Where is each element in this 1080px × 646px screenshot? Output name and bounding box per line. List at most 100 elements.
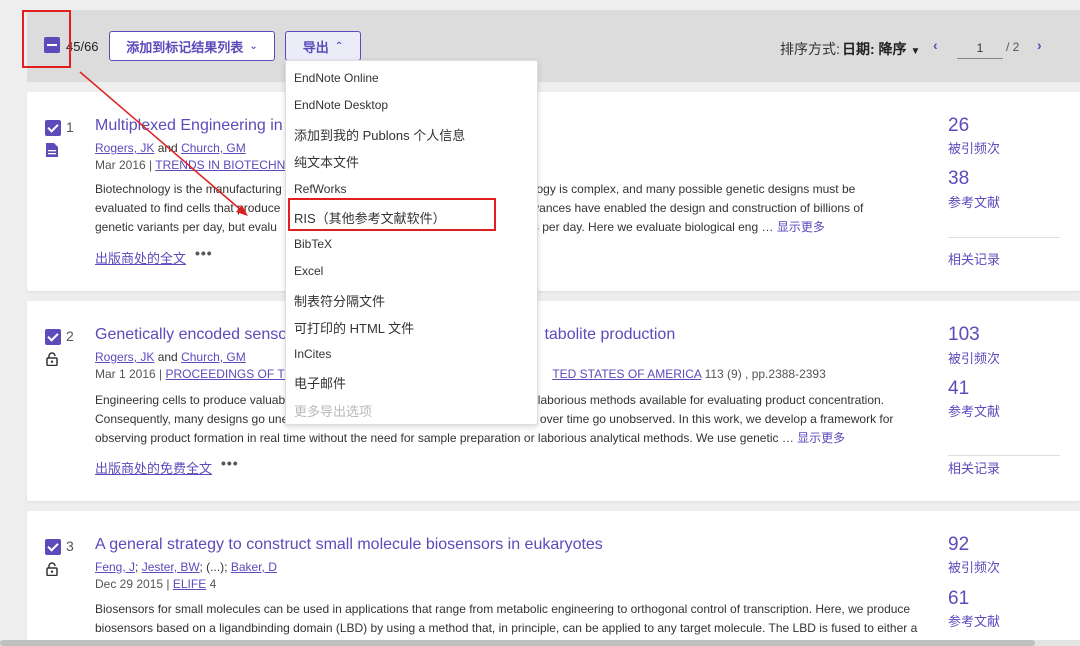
- citation-label[interactable]: 被引频次: [948, 138, 1000, 157]
- export-option-endnote-desktop[interactable]: EndNote Desktop: [294, 98, 388, 112]
- record-date: Dec 29 2015: [95, 577, 164, 591]
- more-options-icon[interactable]: •••: [221, 455, 239, 471]
- abstract-text: g biology is complex, and many possible …: [507, 182, 856, 196]
- authors-and: and: [157, 350, 178, 364]
- reference-label[interactable]: 参考文献: [948, 401, 1000, 420]
- page-number-input[interactable]: 1: [957, 37, 1003, 59]
- record-date: Mar 1 2016: [95, 367, 156, 381]
- record-authors: Feng, J; Jester, BW; (...); Baker, D: [95, 560, 277, 574]
- authors-separator: ; (...);: [199, 560, 228, 574]
- export-option-excel[interactable]: Excel: [294, 264, 323, 278]
- export-option-email[interactable]: 电子邮件: [294, 373, 346, 392]
- author-link[interactable]: Rogers, JK: [95, 141, 154, 155]
- add-to-marked-label: 添加到标记结果列表: [126, 39, 244, 55]
- citation-count[interactable]: 103: [948, 324, 980, 346]
- annotation-highlight-select-all: [22, 10, 71, 68]
- export-option-endnote-online[interactable]: EndNote Online: [294, 71, 379, 85]
- prev-page-icon[interactable]: ‹: [933, 37, 938, 53]
- export-option-more: 更多导出选项: [294, 404, 373, 419]
- export-option-incites[interactable]: InCites: [294, 347, 331, 361]
- record-checkbox[interactable]: [45, 539, 61, 555]
- reference-label[interactable]: 参考文献: [948, 611, 1000, 630]
- show-more-link[interactable]: 显示更多: [797, 431, 845, 445]
- results-page: 45/66 添加到标记结果列表 ⌄ 导出 ⌃ 排序方式: 日期: 降序 ▼ ‹ …: [0, 0, 1080, 646]
- export-dropdown-menu: EndNote Online EndNote Desktop 添加到我的 Pub…: [285, 60, 538, 425]
- authors-and: and: [157, 141, 178, 155]
- author-link[interactable]: Feng, J: [95, 560, 135, 574]
- author-link[interactable]: Church, GM: [181, 350, 246, 364]
- record-card-2: 2 Genetically encoded sensor tabolite pro…: [27, 301, 1080, 501]
- record-checkbox[interactable]: [45, 329, 61, 345]
- chevron-up-icon: ⌃: [334, 40, 344, 52]
- abstract-text: observing product formation in real time…: [95, 431, 794, 445]
- related-records-link[interactable]: 相关记录: [948, 249, 1000, 268]
- journal-part: PROCEEDINGS OF THE: [165, 367, 302, 381]
- open-lock-icon: [46, 562, 58, 576]
- abstract-text: Biotechnology is the manufacturing: [95, 182, 282, 196]
- title-part: Genetically encoded sensor: [95, 326, 293, 343]
- horizontal-scrollbar-thumb[interactable]: [0, 640, 1035, 646]
- export-option-refworks[interactable]: RefWorks: [294, 182, 346, 196]
- record-checkbox[interactable]: [45, 120, 61, 136]
- abstract-text: on over time go unobserved. In this work…: [523, 412, 894, 426]
- reference-count[interactable]: 38: [948, 168, 969, 190]
- journal-link[interactable]: ELIFE: [173, 577, 206, 591]
- record-date: Mar 2016: [95, 158, 146, 172]
- record-abstract: Biosensors for small molecules can be us…: [95, 600, 925, 638]
- show-more-link[interactable]: 显示更多: [777, 220, 825, 234]
- record-meta: Dec 29 2015 | ELIFE 4: [95, 577, 216, 591]
- export-option-plain-text[interactable]: 纯文本文件: [294, 152, 359, 171]
- export-option-printable-html[interactable]: 可打印的 HTML 文件: [294, 318, 414, 337]
- author-link[interactable]: Baker, D: [231, 560, 277, 574]
- title-part: tabolite production: [544, 326, 676, 343]
- caret-down-icon: ▼: [910, 46, 921, 57]
- export-button[interactable]: 导出 ⌃: [285, 31, 361, 61]
- open-lock-icon: [46, 352, 58, 366]
- journal-link[interactable]: TRENDS IN BIOTECHNOL: [155, 158, 301, 172]
- record-card-3: 3 A general strategy to construct small …: [27, 511, 1080, 646]
- citation-label[interactable]: 被引频次: [948, 557, 1000, 576]
- reference-label[interactable]: 参考文献: [948, 192, 1000, 211]
- divider: [948, 237, 1060, 238]
- export-label: 导出: [302, 39, 329, 55]
- next-page-icon[interactable]: ›: [1037, 37, 1042, 53]
- journal-part: TED STATES OF AMERICA: [552, 367, 702, 381]
- add-to-marked-list-button[interactable]: 添加到标记结果列表 ⌄: [109, 31, 275, 61]
- reference-count[interactable]: 41: [948, 378, 969, 400]
- abstract-text: biosensors based on a ligandbinding doma…: [95, 621, 918, 635]
- record-meta: Mar 2016 | TRENDS IN BIOTECHNOL: [95, 158, 301, 172]
- publisher-fulltext-link[interactable]: 出版商处的全文: [95, 248, 186, 267]
- meta-separator: |: [149, 158, 153, 172]
- record-number: 3: [66, 538, 74, 554]
- export-option-bibtex[interactable]: BibTeX: [294, 237, 332, 251]
- meta-separator: |: [159, 367, 163, 381]
- sort-select[interactable]: 日期: 降序 ▼: [842, 39, 920, 59]
- author-link[interactable]: Church, GM: [181, 141, 246, 155]
- results-toolbar: 45/66 添加到标记结果列表 ⌄ 导出 ⌃ 排序方式: 日期: 降序 ▼ ‹ …: [27, 10, 1080, 82]
- page-total: / 2: [1006, 40, 1020, 54]
- author-link[interactable]: Rogers, JK: [95, 350, 154, 364]
- abstract-text: Engineering cells to produce valuab: [95, 393, 286, 407]
- record-title[interactable]: A general strategy to construct small mo…: [95, 536, 603, 554]
- export-option-publons[interactable]: 添加到我的 Publons 个人信息: [294, 125, 465, 144]
- related-records-link[interactable]: 相关记录: [948, 458, 1000, 477]
- record-authors: Rogers, JK and Church, GM: [95, 141, 246, 155]
- annotation-highlight-ris: [288, 198, 496, 231]
- meta-separator: |: [166, 577, 170, 591]
- citation-count[interactable]: 92: [948, 534, 969, 556]
- record-authors: Rogers, JK and Church, GM: [95, 350, 246, 364]
- citation-count[interactable]: 26: [948, 115, 969, 137]
- abstract-text: nd laborious methods available for evalu…: [521, 393, 885, 407]
- abstract-text: Consequently, many designs go une: [95, 412, 289, 426]
- author-link[interactable]: Jester, BW: [142, 560, 200, 574]
- volume-pages: 113 (9) , pp.2388-2393: [704, 367, 826, 381]
- record-title[interactable]: Multiplexed Engineering in B: [95, 117, 298, 135]
- publisher-free-fulltext-link[interactable]: 出版商处的免费全文: [95, 458, 212, 477]
- reference-count[interactable]: 61: [948, 588, 969, 610]
- divider: [948, 455, 1060, 456]
- abstract-text: Biosensors for small molecules can be us…: [95, 602, 911, 616]
- export-option-tab-delimited[interactable]: 制表符分隔文件: [294, 291, 385, 310]
- sort-label: 排序方式:: [780, 41, 840, 57]
- citation-label[interactable]: 被引频次: [948, 348, 1000, 367]
- more-options-icon[interactable]: •••: [195, 245, 213, 261]
